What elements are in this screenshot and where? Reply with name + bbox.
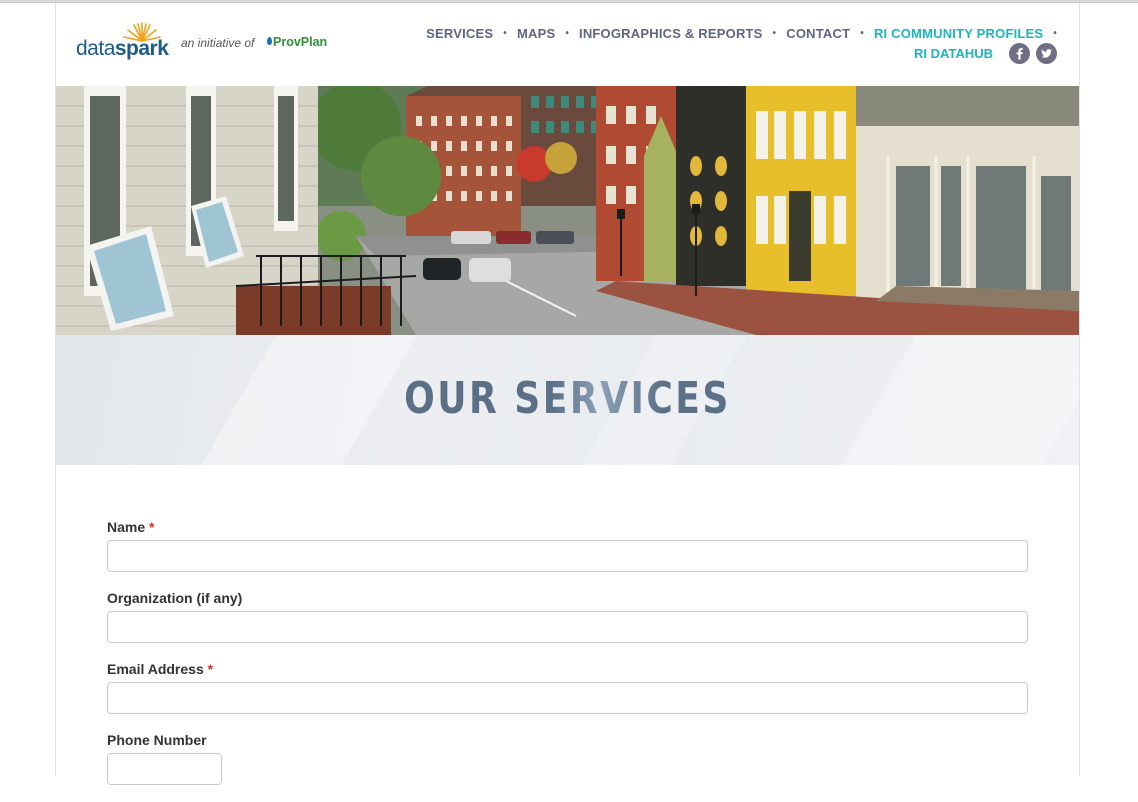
page-container: dataspark an initiative of ProvPlan SERV… <box>55 3 1080 785</box>
street-scene-illustration <box>56 86 1079 335</box>
phone-field-group: Phone Number <box>107 731 1028 802</box>
nav-item-services[interactable]: SERVICES <box>426 26 493 41</box>
phone-input[interactable] <box>107 753 222 785</box>
nav-item-infographics-reports[interactable]: INFOGRAPHICS & REPORTS <box>579 26 763 41</box>
main-nav: SERVICES • MAPS • INFOGRAPHICS & REPORTS… <box>426 25 1057 41</box>
nav-item-ri-community-profiles[interactable]: RI COMMUNITY PROFILES <box>874 26 1043 41</box>
drop-icon <box>267 37 272 45</box>
phone-label: Phone Number <box>107 732 207 748</box>
provplan-logo[interactable]: ProvPlan <box>267 35 327 49</box>
nav-separator: • <box>565 27 570 39</box>
name-input[interactable] <box>107 540 1028 572</box>
nav-separator: • <box>1053 27 1057 39</box>
email-input[interactable] <box>107 682 1028 714</box>
logo-wordmark: dataspark <box>76 37 169 60</box>
email-field-group: Email Address * <box>107 660 1028 731</box>
facebook-icon[interactable] <box>1009 43 1030 64</box>
email-label: Email Address * <box>107 661 214 677</box>
nav-separator: • <box>860 27 864 39</box>
nav-separator: • <box>772 27 777 39</box>
required-marker: * <box>149 519 155 535</box>
organization-field-group: Organization (if any) <box>107 589 1028 660</box>
page-title-banner: OUR SERVICES <box>56 335 1079 465</box>
nav-item-maps[interactable]: MAPS <box>517 26 555 41</box>
required-marker: * <box>207 661 214 677</box>
dataspark-logo[interactable]: dataspark <box>75 21 175 65</box>
name-field-group: Name * <box>107 518 1028 589</box>
twitter-icon[interactable] <box>1036 43 1057 64</box>
organization-input[interactable] <box>107 611 1028 643</box>
hero-image <box>56 86 1079 335</box>
organization-label: Organization (if any) <box>107 590 243 606</box>
provplan-label: ProvPlan <box>273 35 328 49</box>
nav-separator: • <box>503 27 507 39</box>
page-title: OUR SERVICES <box>404 373 731 424</box>
nav-item-contact[interactable]: CONTACT <box>786 26 850 41</box>
services-contact-form: Name * Organization (if any) Email Addre… <box>107 518 1028 802</box>
name-label: Name * <box>107 519 155 535</box>
site-header: dataspark an initiative of ProvPlan SERV… <box>56 3 1079 86</box>
tagline: an initiative of <box>181 36 255 50</box>
nav-item-ri-datahub[interactable]: RI DATAHUB <box>914 46 993 61</box>
nav-second-row: RI DATAHUB <box>914 43 1057 64</box>
